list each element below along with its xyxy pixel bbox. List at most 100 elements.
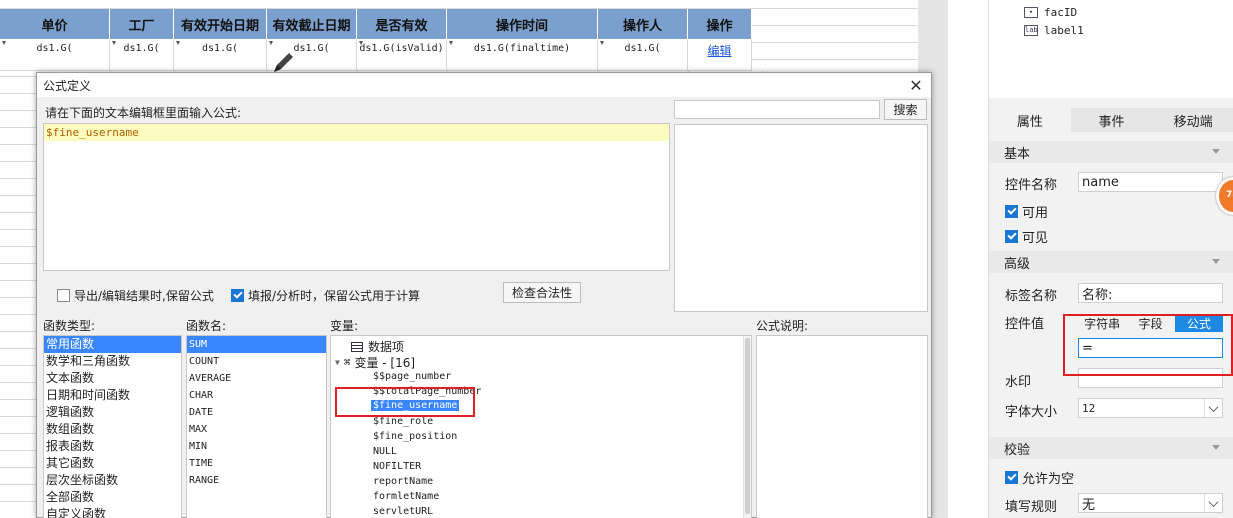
keep-formula-export-checkbox[interactable]: 导出/编辑结果时,保留公式 <box>57 287 214 304</box>
func-type-list: 常用函数 数学和三角函数 文本函数 日期和时间函数 逻辑函数 数组函数 报表函数… <box>43 335 182 518</box>
close-icon[interactable]: ✕ <box>907 76 925 95</box>
tree-leaf[interactable]: servletURL <box>373 506 433 517</box>
font-size-label: 字体大小 <box>1005 405 1058 420</box>
header-cell: 有效截止日期 <box>267 9 357 39</box>
list-item[interactable]: 文本函数 <box>44 370 181 387</box>
section-basic[interactable]: 基本 <box>989 141 1233 163</box>
tab-events[interactable]: 事件 <box>1071 108 1153 132</box>
list-item[interactable]: RANGE <box>187 472 326 489</box>
list-item[interactable]: MAX <box>187 421 326 438</box>
tree-leaf[interactable]: reportName <box>373 476 433 487</box>
variable-tree: 数据项 ▼ ⌘ 变量 - [16] $$page_number $$totalP… <box>330 335 752 518</box>
checkbox-label: 填报/分析时，保留公式用于计算 <box>248 289 421 303</box>
tree-leaf[interactable]: NOFILTER <box>373 461 421 472</box>
checkbox-checked-icon <box>1005 471 1018 484</box>
sheet-cell[interactable]: ds1.G(finaltime) <box>447 39 598 71</box>
list-item[interactable]: AVERAGE <box>187 370 326 387</box>
dialog-title: 公式定义 <box>43 78 92 93</box>
keep-formula-fill-checkbox[interactable]: 填报/分析时，保留公式用于计算 <box>231 287 420 304</box>
checkbox-label: 可用 <box>1022 206 1049 221</box>
table-icon <box>351 341 363 352</box>
list-item[interactable]: COUNT <box>187 353 326 370</box>
tree-node-variables[interactable]: ▼ ⌘ 变量 - [16] <box>335 354 415 371</box>
tree-item-label1[interactable]: lab label1 <box>1024 24 1084 37</box>
sheet-cell[interactable]: ds1.G( <box>174 39 267 71</box>
list-item[interactable]: 数学和三角函数 <box>44 353 181 370</box>
list-item[interactable]: CHAR <box>187 387 326 404</box>
fill-rule-value: 无 <box>1082 497 1096 513</box>
font-size-select[interactable]: 12 <box>1078 398 1223 418</box>
sheet-cell[interactable]: ds1.G( <box>598 39 688 71</box>
list-item[interactable]: 层次坐标函数 <box>44 472 181 489</box>
list-item[interactable]: 常用函数 <box>44 336 181 353</box>
list-item[interactable]: 全部函数 <box>44 489 181 506</box>
list-item[interactable]: 数组函数 <box>44 421 181 438</box>
tree-node-label: 变量 - [16] <box>354 356 416 370</box>
tree-item-facid[interactable]: ▾ facID <box>1024 6 1077 19</box>
list-item[interactable]: TIME <box>187 455 326 472</box>
collapse-icon <box>1212 149 1220 154</box>
properties-panel: ▾ facID lab label1 属性 事件 移动端 基本 控件名称 nam… <box>988 0 1233 518</box>
fill-rule-select[interactable]: 无 <box>1078 493 1223 513</box>
allow-empty-checkbox[interactable]: 允许为空 <box>1005 468 1074 487</box>
section-validate[interactable]: 校验 <box>989 437 1233 459</box>
search-results-box[interactable] <box>674 124 928 312</box>
tree-leaf[interactable]: $$page_number <box>373 371 451 382</box>
section-title: 高级 <box>1004 256 1031 272</box>
formula-text[interactable]: $fine_username <box>44 124 669 141</box>
tree-leaf[interactable]: $fine_position <box>373 431 457 442</box>
search-button[interactable]: 搜索 <box>884 99 927 120</box>
section-title: 基本 <box>1004 146 1031 162</box>
combo-widget-icon: ▾ <box>1024 7 1038 18</box>
tree-leaf[interactable]: $fine_role <box>373 416 433 427</box>
tree-leaf[interactable]: NULL <box>373 446 397 457</box>
visible-checkbox[interactable]: 可见 <box>1005 227 1048 246</box>
label-widget-icon: lab <box>1024 25 1038 36</box>
search-input[interactable] <box>674 100 880 119</box>
chevron-down-icon: ▼ <box>335 358 340 367</box>
tag-name-input[interactable]: 名称: <box>1078 283 1223 303</box>
section-title: 校验 <box>1004 442 1031 458</box>
section-advanced[interactable]: 高级 <box>989 251 1233 273</box>
chevron-down-icon <box>1204 494 1222 512</box>
sheet-cell[interactable]: ds1.G( <box>0 39 110 71</box>
formula-description-box <box>756 335 928 518</box>
tag-name-label: 标签名称 <box>1005 289 1058 304</box>
tab-mobile[interactable]: 移动端 <box>1152 108 1233 132</box>
tab-properties[interactable]: 属性 <box>989 108 1071 132</box>
checkbox-label: 允许为空 <box>1022 472 1075 487</box>
header-cell: 操作 <box>688 9 752 39</box>
variable-scrollbar[interactable] <box>743 336 751 518</box>
validate-button[interactable]: 检查合法性 <box>503 282 581 303</box>
fill-rule-label: 填写规则 <box>1005 500 1058 515</box>
formula-editor[interactable]: $fine_username <box>43 123 670 271</box>
list-item[interactable]: 报表函数 <box>44 438 181 455</box>
header-cell: 是否有效 <box>357 9 447 39</box>
description-label: 公式说明: <box>756 319 809 333</box>
tree-item-label: facID <box>1044 6 1078 19</box>
list-item[interactable]: 其它函数 <box>44 455 181 472</box>
tree-leaf[interactable]: formletName <box>373 491 439 502</box>
formula-dialog: 公式定义 ✕ 请在下面的文本编辑框里面输入公式: $fine_username … <box>36 72 932 518</box>
watermark-label: 水印 <box>1005 375 1032 390</box>
list-item[interactable]: 日期和时间函数 <box>44 387 181 404</box>
sheet-cell[interactable]: ds1.G(isValid) <box>357 39 447 71</box>
edit-link[interactable]: 编辑 <box>688 39 752 71</box>
list-item[interactable]: 自定义函数 <box>44 506 181 518</box>
tree-node-label: 数据项 <box>368 340 405 354</box>
enabled-checkbox[interactable]: 可用 <box>1005 202 1048 221</box>
formula-prompt: 请在下面的文本编辑框里面输入公式: <box>45 106 242 120</box>
list-item[interactable]: MIN <box>187 438 326 455</box>
sheet-cell[interactable]: ds1.G( <box>110 39 174 71</box>
header-cell: 单价 <box>0 9 110 39</box>
func-name-label: 函数名: <box>186 319 227 333</box>
list-item[interactable]: SUM <box>187 336 326 353</box>
list-item[interactable]: 逻辑函数 <box>44 404 181 421</box>
widget-name-input[interactable]: name <box>1078 172 1223 192</box>
dialog-titlebar: 公式定义 ✕ <box>37 73 931 97</box>
tree-node-data-items[interactable]: 数据项 <box>351 338 404 355</box>
list-item[interactable]: DATE <box>187 404 326 421</box>
variable-label: 变量: <box>330 319 359 333</box>
sheet-header-row: 单价 工厂 有效开始日期 有效截止日期 是否有效 操作时间 操作人 操作 <box>0 9 762 39</box>
header-cell: 有效开始日期 <box>174 9 267 39</box>
